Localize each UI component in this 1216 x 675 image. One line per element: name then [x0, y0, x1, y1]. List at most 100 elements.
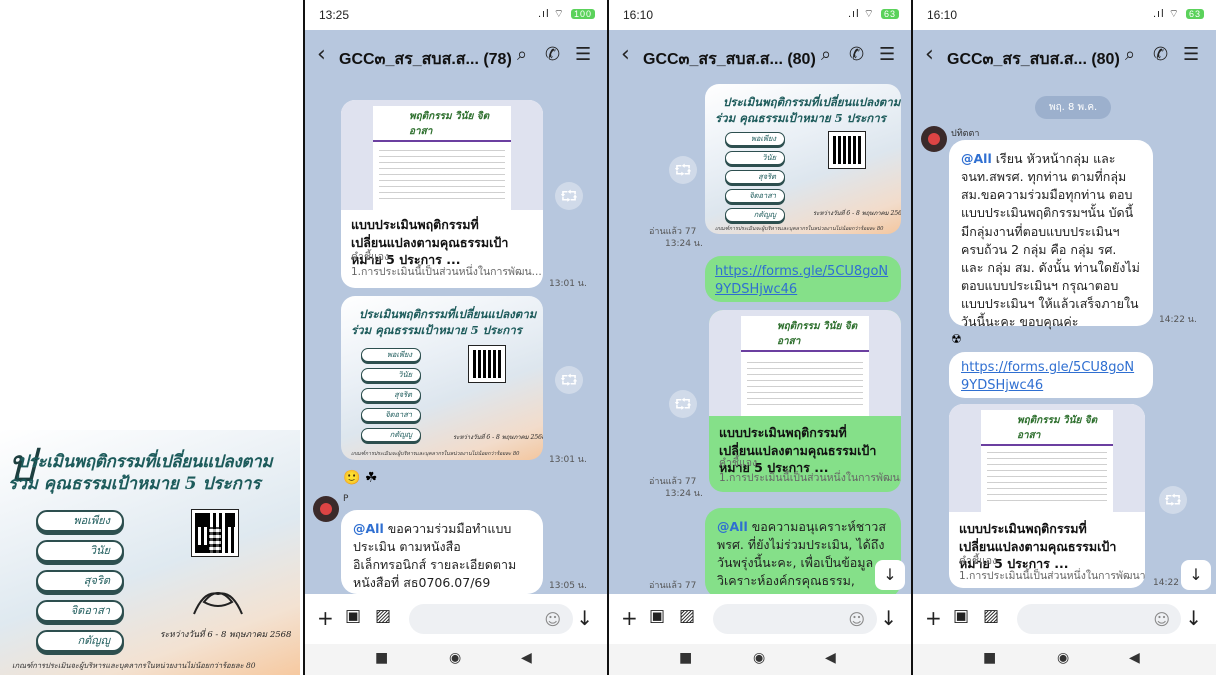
card-description: 1.การประเมินนี้เป็นส่วนหนึ่งในการพัฒนา..…	[959, 570, 1145, 582]
plus-icon[interactable]: +	[925, 606, 942, 630]
back-icon[interactable]: ‹	[621, 44, 630, 66]
menu-icon[interactable]: ☰	[1183, 44, 1199, 65]
survey-link-card[interactable]: พฤติกรรม วินัย จิตอาสา แบบประเมินพฤติกรร…	[949, 404, 1145, 588]
nav-back-icon[interactable]: ◀	[521, 650, 532, 666]
card-thumbnail: พฤติกรรม วินัย จิตอาสา	[341, 100, 543, 210]
chat-area[interactable]: พฤ. 8 พ.ค. ปทิตตา @All เรียน หัวหน้ากลุ่…	[913, 84, 1216, 594]
status-icons: .ıl ⌔ 63	[848, 7, 899, 21]
chat-title[interactable]: GCC๓_สร_สบส.ส... (80)	[947, 47, 1120, 72]
camera-icon[interactable]: ▣	[649, 606, 665, 626]
timestamp: 13:05 น.	[549, 581, 587, 591]
card-subtitle: คำชี้แจง	[351, 251, 390, 263]
down-arrow-icon[interactable]: ↓	[875, 560, 905, 590]
avatar[interactable]	[313, 496, 339, 522]
share-icon[interactable]: ⮔	[669, 390, 697, 418]
back-icon[interactable]: ‹	[925, 44, 934, 66]
emoji-icon[interactable]: ☺	[848, 610, 865, 629]
plus-icon[interactable]: +	[621, 606, 638, 630]
status-time: 16:10	[927, 8, 958, 22]
image-icon[interactable]: ▨	[983, 606, 999, 626]
form-link[interactable]: https://forms.gle/5CU8goN9YDSHjwc46	[961, 360, 1134, 393]
nav-back-icon[interactable]: ◀	[1129, 650, 1140, 666]
message-bubble[interactable]: @All เรียน หัวหน้ากลุ่ม และจนท.สพรศ. ทุก…	[949, 140, 1153, 330]
doc-thumb-title: พฤติกรรม วินัย จิตอาสา	[1017, 415, 1098, 441]
chat-area[interactable]: พฤติกรรม วินัย จิตอาสา แบบประเมินพฤติกรร…	[305, 84, 607, 594]
mic-icon[interactable]: ↓	[1185, 606, 1202, 630]
read-receipt: อ่านแล้ว 77	[649, 581, 697, 591]
recent-apps-icon[interactable]: ■	[983, 650, 996, 666]
camera-icon[interactable]: ▣	[345, 606, 361, 626]
emoji-icon[interactable]: ☺	[544, 610, 561, 629]
menu-icon[interactable]: ☰	[879, 44, 895, 65]
menu-icon[interactable]: ☰	[575, 44, 591, 65]
search-icon[interactable]: ⌕	[821, 44, 831, 65]
nav-back-icon[interactable]: ◀	[825, 650, 836, 666]
phone-screen-3: 16:10 .ıl ⌔ 63 ‹ GCC๓_สร_สบส.ส... (80) ⌕…	[913, 0, 1216, 675]
home-icon[interactable]: ◉	[1057, 650, 1069, 666]
survey-poster: ป ประเมินพฤติกรรมที่เปลี่ยนแปลงตาม ร่วม …	[0, 430, 300, 675]
phone-screen-1: 13:25 .ıl ⌔ 100 ‹ GCC๓_สร_สบส.ส... (78) …	[305, 0, 607, 675]
input-bar: + ▣ ▨ ☺ ↓	[305, 594, 607, 644]
mic-icon[interactable]: ↓	[576, 606, 593, 630]
link-message[interactable]: https://forms.gle/5CU8goN9YDSHjwc46	[949, 352, 1153, 398]
plus-icon[interactable]: +	[317, 606, 334, 630]
camera-icon[interactable]: ▣	[953, 606, 969, 626]
share-icon[interactable]: ⮔	[669, 156, 697, 184]
share-icon[interactable]: ⮔	[555, 366, 583, 394]
chat-title[interactable]: GCC๓_สร_สบส.ส... (78)	[339, 47, 512, 72]
mention[interactable]: @All	[717, 519, 748, 534]
poster-card-button: วินัย	[725, 151, 785, 165]
message-bubble[interactable]: @All ขอความอนุเคราะห์ชาวสพรศ. ที่ยังไม่ร…	[705, 508, 901, 594]
system-nav-bar: ■ ◉ ◀	[609, 644, 911, 675]
card-thumbnail: พฤติกรรม วินัย จิตอาสา	[709, 310, 901, 416]
recent-apps-icon[interactable]: ■	[679, 650, 692, 666]
qr-code	[828, 131, 866, 169]
system-nav-bar: ■ ◉ ◀	[913, 644, 1216, 675]
poster-card-button: จิตอาสา	[361, 408, 421, 422]
share-icon[interactable]: ⮔	[1159, 486, 1187, 514]
recent-apps-icon[interactable]: ■	[375, 650, 388, 666]
search-icon[interactable]: ⌕	[517, 44, 527, 65]
share-icon[interactable]: ⮔	[555, 182, 583, 210]
home-icon[interactable]: ◉	[753, 650, 765, 666]
mic-icon[interactable]: ↓	[880, 606, 897, 630]
survey-link-card[interactable]: พฤติกรรม วินัย จิตอาสา แบบประเมินพฤติกรร…	[341, 100, 543, 288]
sender-name: P	[343, 494, 349, 504]
message-text: เรียน หัวหน้ากลุ่ม และจนท.สพรศ. ทุกท่าน …	[961, 151, 1140, 330]
mention[interactable]: @All	[353, 521, 384, 536]
poster-virtue-button: สุจริต	[36, 570, 124, 592]
survey-link-card[interactable]: พฤติกรรม วินัย จิตอาสา แบบประเมินพฤติกรร…	[709, 310, 901, 492]
mention[interactable]: @All	[961, 151, 992, 166]
form-link[interactable]: https://forms.gle/5CU8goN9YDSHjwc46	[715, 264, 888, 297]
phone-icon[interactable]: ✆	[849, 44, 864, 65]
image-icon[interactable]: ▨	[679, 606, 695, 626]
avatar[interactable]	[921, 126, 947, 152]
link-message[interactable]: https://forms.gle/5CU8goN9YDSHjwc46	[705, 256, 901, 302]
status-time: 16:10	[623, 8, 654, 22]
poster-image-message[interactable]: ประเมินพฤติกรรมที่เปลี่ยนแปลงตาม ร่วม คุ…	[341, 296, 543, 460]
chat-area[interactable]: ประเมินพฤติกรรมที่เปลี่ยนแปลงตาม ร่วม คุ…	[609, 84, 911, 594]
poster-card-footer: เกณฑ์การประเมินจะผู้บริหารและบุคลากรในหน…	[351, 451, 520, 457]
phone-icon[interactable]: ✆	[1153, 44, 1168, 65]
timestamp: 13:24 น.	[665, 489, 703, 499]
poster-image-message[interactable]: ประเมินพฤติกรรมที่เปลี่ยนแปลงตาม ร่วม คุ…	[705, 84, 901, 234]
back-icon[interactable]: ‹	[317, 44, 326, 66]
phone-icon[interactable]: ✆	[545, 44, 560, 65]
chat-title[interactable]: GCC๓_สร_สบส.ส... (80)	[643, 47, 816, 72]
timestamp: 14:22 น.	[1159, 315, 1197, 325]
card-subtitle: คำชี้แจง	[959, 555, 998, 567]
search-icon[interactable]: ⌕	[1125, 44, 1135, 65]
system-nav-bar: ■ ◉ ◀	[305, 644, 607, 675]
home-icon[interactable]: ◉	[449, 650, 461, 666]
down-arrow-icon[interactable]: ↓	[1181, 560, 1211, 590]
message-bubble[interactable]: @All ขอความร่วมมือทำแบบประเมิน ตามหนังสื…	[341, 510, 543, 594]
emoji-icon[interactable]: ☺	[1153, 610, 1170, 629]
chat-header: ‹ GCC๓_สร_สบส.ส... (80) ⌕ ✆ ☰	[609, 30, 911, 84]
poster-card-title-2: ร่วม คุณธรรมเป้าหมาย 5 ประการ	[715, 111, 886, 125]
image-icon[interactable]: ▨	[375, 606, 391, 626]
date-chip: พฤ. 8 พ.ค.	[1035, 96, 1112, 119]
timestamp: 13:01 น.	[549, 455, 587, 465]
poster-title-line2: ร่วม คุณธรรมเป้าหมาย 5 ประการ	[8, 474, 261, 494]
reaction-emojis: 🙂 ☘	[343, 470, 378, 486]
timestamp: 13:24 น.	[665, 239, 703, 249]
